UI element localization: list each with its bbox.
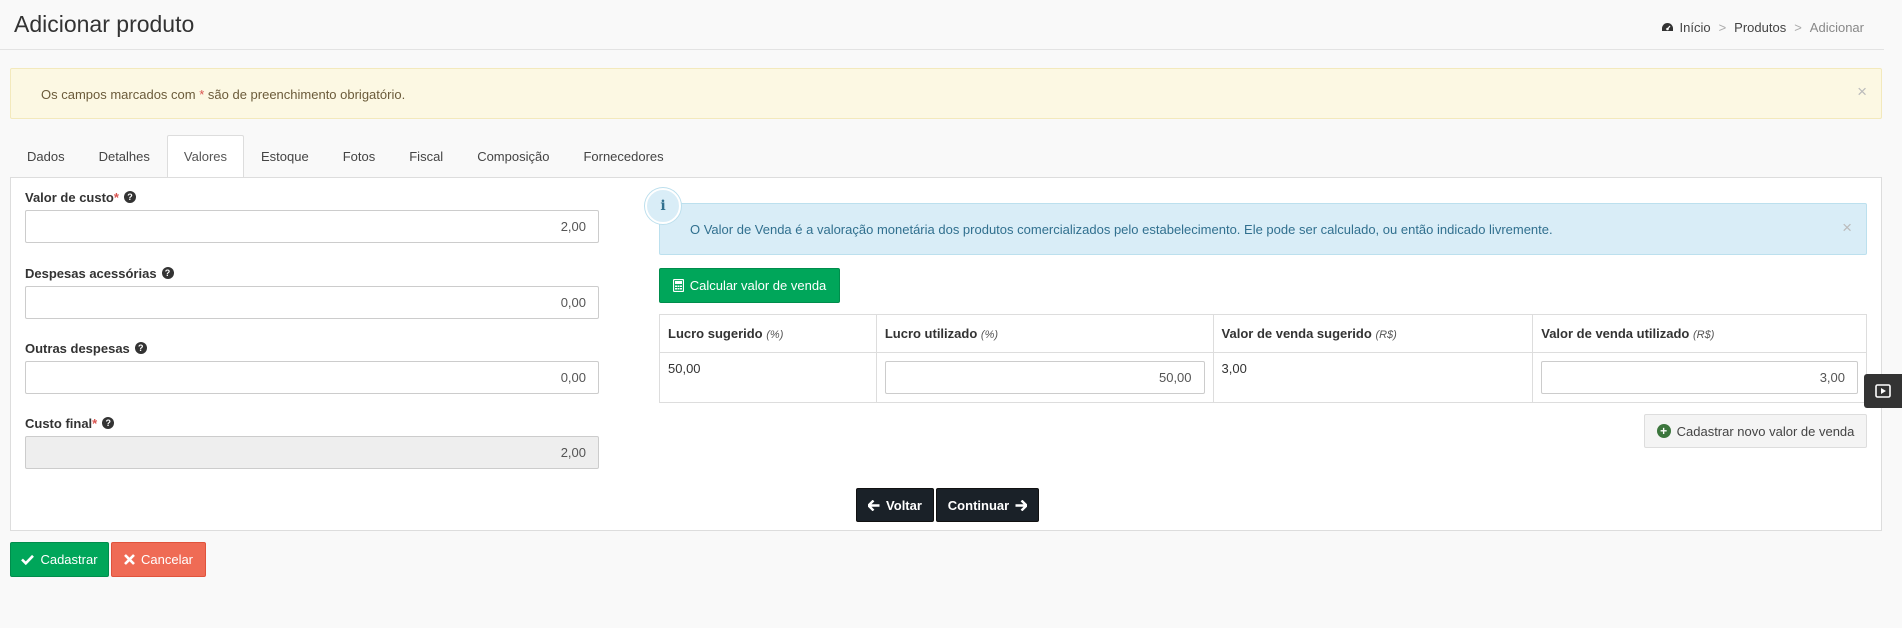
used-price-input[interactable]: 3,00 — [1541, 361, 1858, 394]
play-square-icon — [1875, 384, 1891, 398]
suggested-price-cell: 3,00 — [1212, 352, 1534, 403]
breadcrumb-home[interactable]: Início — [1661, 20, 1711, 35]
back-button-label: Voltar — [886, 497, 922, 513]
required-fields-message: Os campos marcados com * são de preenchi… — [41, 87, 405, 102]
times-icon — [124, 554, 135, 565]
other-expenses-label: Outras despesas ? — [25, 339, 599, 357]
suggested-profit-cell: 50,00 — [659, 352, 877, 403]
accessory-expenses-input[interactable]: 0,00 — [25, 286, 599, 319]
add-sale-price-label: Cadastrar novo valor de venda — [1676, 423, 1855, 439]
header-label: Valor de venda utilizado — [1541, 326, 1690, 341]
final-cost-input: 2,00 — [25, 436, 599, 469]
calculate-sale-price-button[interactable]: Calcular valor de venda — [659, 268, 840, 303]
other-expenses-input[interactable]: 0,00 — [25, 361, 599, 394]
table-row: 50,00 50,00 3,00 3,00 — [659, 352, 1867, 403]
alert-text-before: Os campos marcados com — [41, 87, 200, 102]
calculate-sale-price-label: Calcular valor de venda — [689, 278, 827, 293]
tab-detalhes[interactable]: Detalhes — [82, 135, 167, 177]
tab-fiscal[interactable]: Fiscal — [392, 135, 460, 177]
other-expenses-label-text: Outras despesas — [25, 340, 130, 356]
used-price-cell: 3,00 — [1532, 352, 1867, 403]
question-circle-icon[interactable]: ? — [134, 342, 147, 354]
close-alert-button[interactable]: × — [1857, 83, 1867, 100]
breadcrumb-products[interactable]: Produtos — [1734, 20, 1786, 35]
arrow-right-icon — [1015, 499, 1028, 511]
required-asterisk: * — [113, 189, 119, 205]
continue-button[interactable]: Continuar — [936, 488, 1039, 522]
breadcrumb-separator: > — [1718, 20, 1727, 35]
cost-value-label-text: Valor de custo — [25, 189, 114, 205]
tab-composicao[interactable]: Composição — [460, 135, 566, 177]
tab-fotos[interactable]: Fotos — [326, 135, 393, 177]
accessory-expenses-field: Despesas acessórias ? 0,00 — [25, 264, 599, 319]
check-icon — [21, 554, 35, 565]
column-header-suggested-price: Valor de venda sugerido (R$) — [1212, 314, 1534, 353]
accessory-expenses-label: Despesas acessórias ? — [25, 264, 599, 282]
used-profit-cell: 50,00 — [875, 352, 1214, 403]
header-label: Lucro utilizado — [884, 326, 978, 341]
dashboard-icon — [1662, 23, 1674, 31]
tab-estoque[interactable]: Estoque — [244, 135, 326, 177]
calculator-icon — [672, 279, 684, 292]
product-tabs: Dados Detalhes Valores Estoque Fotos Fis… — [10, 135, 681, 178]
cancel-button-label: Cancelar — [140, 552, 194, 567]
header-unit: (R$) — [1375, 329, 1397, 341]
question-circle-icon[interactable]: ? — [161, 267, 174, 279]
values-panel: Valor de custo* ? 2,00 Despesas acessóri… — [10, 177, 1882, 531]
tab-dados[interactable]: Dados — [10, 135, 82, 177]
breadcrumb-home-label: Início — [1679, 20, 1711, 35]
breadcrumb-separator: > — [1794, 20, 1802, 35]
sale-price-table: Lucro sugerido (%) Lucro utilizado (%) V… — [659, 314, 1867, 403]
cancel-button[interactable]: Cancelar — [111, 542, 206, 577]
column-header-used-profit: Lucro utilizado (%) — [875, 314, 1214, 353]
side-panel-toggle[interactable] — [1864, 374, 1902, 408]
breadcrumb: Início > Produtos > Adicionar — [1661, 20, 1864, 35]
header-unit: (%) — [980, 329, 999, 341]
used-profit-input[interactable]: 50,00 — [884, 361, 1205, 394]
header-label: Lucro sugerido — [668, 326, 763, 341]
cost-value-label: Valor de custo* ? — [25, 188, 599, 206]
alert-text-after: são de preenchimento obrigatório. — [204, 87, 406, 102]
final-cost-label-text: Custo final — [25, 415, 93, 431]
add-sale-price-button[interactable]: + Cadastrar novo valor de venda — [1644, 414, 1867, 448]
header-unit: (%) — [766, 329, 784, 341]
info-icon: i — [645, 188, 681, 224]
column-header-suggested-profit: Lucro sugerido (%) — [659, 314, 877, 353]
final-cost-label: Custo final* ? — [25, 414, 599, 432]
required-fields-alert: Os campos marcados com * são de preenchi… — [10, 68, 1882, 119]
header-label: Valor de venda sugerido — [1221, 326, 1372, 341]
cost-value-field: Valor de custo* ? 2,00 — [25, 188, 599, 243]
question-circle-icon[interactable]: ? — [102, 417, 115, 429]
accessory-expenses-label-text: Despesas acessórias — [25, 265, 157, 281]
page-header: Adicionar produto Início > Produtos > Ad… — [0, 0, 1884, 50]
save-button-label: Cadastrar — [40, 552, 98, 567]
breadcrumb-current: Adicionar — [1809, 20, 1864, 35]
back-button[interactable]: Voltar — [856, 488, 934, 522]
close-info-button[interactable]: × — [1842, 219, 1852, 236]
other-expenses-field: Outras despesas ? 0,00 — [25, 339, 599, 394]
column-header-used-price: Valor de venda utilizado (R$) — [1532, 314, 1867, 353]
required-asterisk: * — [92, 415, 98, 431]
header-unit: (R$) — [1692, 329, 1715, 341]
cost-value-input[interactable]: 2,00 — [25, 210, 599, 243]
question-circle-icon[interactable]: ? — [123, 191, 136, 203]
arrow-left-icon — [868, 499, 880, 511]
final-cost-field: Custo final* ? 2,00 — [25, 414, 599, 469]
save-button[interactable]: Cadastrar — [10, 542, 109, 577]
table-header-row: Lucro sugerido (%) Lucro utilizado (%) V… — [659, 314, 1867, 353]
plus-circle-icon: + — [1656, 424, 1671, 438]
page-title: Adicionar produto — [14, 11, 195, 37]
tab-fornecedores[interactable]: Fornecedores — [566, 135, 680, 177]
sale-price-info-message: O Valor de Venda é a valoração monetária… — [690, 222, 1553, 237]
continue-button-label: Continuar — [947, 497, 1010, 513]
sale-price-info-alert: O Valor de Venda é a valoração monetária… — [659, 203, 1867, 255]
tab-valores[interactable]: Valores — [166, 135, 245, 178]
